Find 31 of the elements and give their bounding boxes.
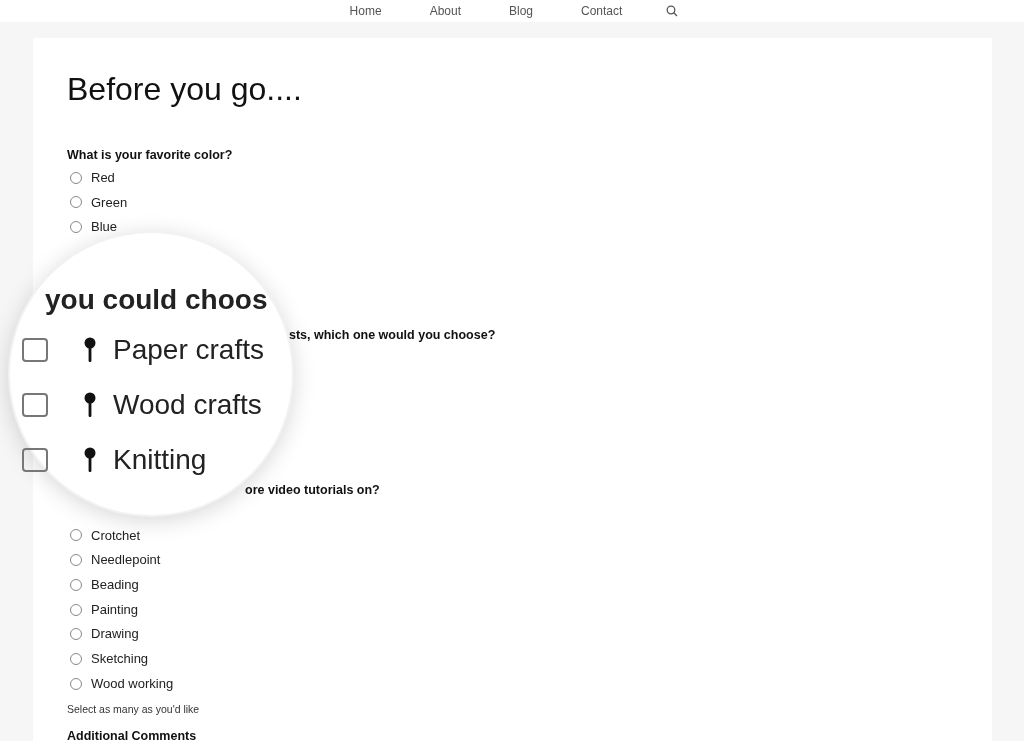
- option-label: Green: [91, 193, 128, 212]
- question-label: ore video tutorials on?: [245, 482, 381, 499]
- checkbox[interactable]: [22, 337, 48, 362]
- option-label: Beading: [91, 576, 139, 595]
- nav-link[interactable]: Contact: [577, 0, 627, 22]
- nav-link[interactable]: About: [425, 0, 465, 22]
- pin-icon: [84, 446, 96, 473]
- option-label: Red: [91, 169, 115, 187]
- magnified-option-label: Wood crafts: [113, 387, 262, 422]
- option-label: Blue: [91, 218, 118, 237]
- option-label: Wood working: [91, 674, 174, 693]
- option-label: Drawing: [91, 625, 139, 644]
- question-label: Additional Comments: [67, 727, 198, 741]
- option-label: Sketching: [91, 650, 149, 669]
- option-label: Needlepoint: [91, 551, 161, 570]
- question-label: What is your favorite color?: [67, 147, 234, 164]
- pin-icon: [84, 336, 96, 363]
- help-text: Select as many as you'd like: [67, 701, 200, 717]
- option-label: Painting: [91, 600, 138, 619]
- magnified-option-label: Knitting: [113, 442, 207, 477]
- magnified-heading: you could choos: [45, 283, 268, 317]
- question-label: sts, which one would you choose?: [289, 327, 497, 344]
- pin-icon: [84, 391, 96, 418]
- magnified-option-label: Paper crafts: [113, 332, 264, 367]
- checkbox[interactable]: [22, 392, 48, 417]
- nav-link[interactable]: Blog: [505, 0, 537, 22]
- option-label: Crotchet: [91, 526, 141, 545]
- checkbox[interactable]: [22, 447, 48, 472]
- nav-link[interactable]: Home: [345, 0, 386, 22]
- search-icon[interactable]: [666, 5, 679, 17]
- page-title: Before you go....: [67, 70, 303, 109]
